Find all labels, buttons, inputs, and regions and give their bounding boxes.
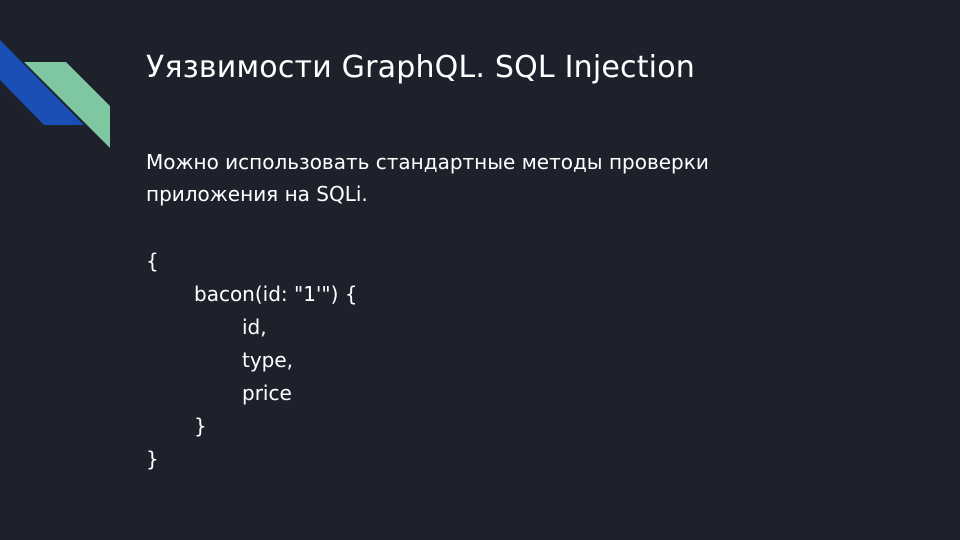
code-line: id, xyxy=(242,315,267,339)
slide-title: Уязвимости GraphQL. SQL Injection xyxy=(146,50,695,85)
code-line: price xyxy=(242,381,292,405)
code-block: { bacon(id: "1'") { id, type, price } } xyxy=(146,245,358,476)
code-line: type, xyxy=(242,348,294,372)
code-line: { xyxy=(146,249,159,273)
slide: Уязвимости GraphQL. SQL Injection Можно … xyxy=(0,0,960,540)
decorative-stripes xyxy=(0,40,110,148)
body-line-1: Можно использовать стандартные методы пр… xyxy=(146,150,709,174)
code-line: } xyxy=(194,414,207,438)
code-line: } xyxy=(146,447,159,471)
body-line-2: приложения на SQLi. xyxy=(146,182,368,206)
slide-body-text: Можно использовать стандартные методы пр… xyxy=(146,146,926,210)
code-line: bacon(id: "1'") { xyxy=(194,282,358,306)
